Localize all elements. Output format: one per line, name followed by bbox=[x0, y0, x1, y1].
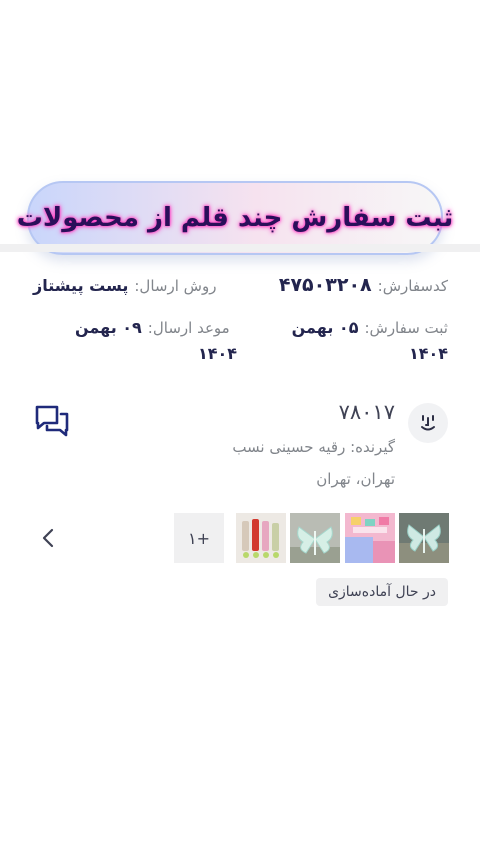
registered-date-row: ثبت سفارش: ۰۵ بهمن bbox=[292, 318, 448, 337]
recipient-address: تهران، تهران bbox=[316, 470, 395, 488]
shipping-method-row: روش ارسال: پست پیشتاز bbox=[33, 276, 216, 295]
tracking-number: ۷۸۰۱۷ bbox=[338, 400, 395, 424]
shipping-method-label: روش ارسال: bbox=[134, 277, 217, 295]
section-divider bbox=[0, 244, 480, 252]
registered-date-value: ۰۵ بهمن bbox=[291, 318, 359, 337]
product-thumbnail[interactable] bbox=[399, 513, 449, 563]
product-thumbnail[interactable] bbox=[290, 513, 340, 563]
more-items-count[interactable]: +۱ bbox=[174, 513, 224, 563]
chevron-left-icon[interactable] bbox=[38, 526, 58, 550]
delivery-date-year: ۱۴۰۴ bbox=[198, 344, 238, 363]
registered-date-year: ۱۴۰۴ bbox=[408, 344, 448, 363]
order-code-value: ۴۷۵۰۳۲۰۸ bbox=[278, 274, 372, 296]
delivery-date-value: ۰۹ بهمن bbox=[75, 318, 142, 337]
registered-date-label: ثبت سفارش: bbox=[364, 319, 448, 337]
banner-title: ثبت سفارش چند قلم از محصولات bbox=[16, 203, 454, 233]
product-thumbnail[interactable] bbox=[236, 513, 286, 563]
product-thumbnail[interactable] bbox=[345, 513, 395, 563]
courier-face-icon bbox=[408, 403, 448, 443]
order-code-label: کدسفارش: bbox=[377, 277, 448, 295]
order-code-row: کدسفارش: ۴۷۵۰۳۲۰۸ bbox=[279, 274, 448, 296]
recipient-name: گیرنده: رقیه حسینی نسب bbox=[232, 438, 395, 456]
shipping-method-value: پست پیشتاز bbox=[33, 276, 129, 295]
chat-bubbles-icon[interactable] bbox=[34, 404, 70, 438]
delivery-date-row: موعد ارسال: ۰۹ بهمن bbox=[75, 318, 230, 337]
status-badge: در حال آماده‌سازی bbox=[316, 578, 448, 606]
delivery-date-label: موعد ارسال: bbox=[147, 319, 230, 337]
